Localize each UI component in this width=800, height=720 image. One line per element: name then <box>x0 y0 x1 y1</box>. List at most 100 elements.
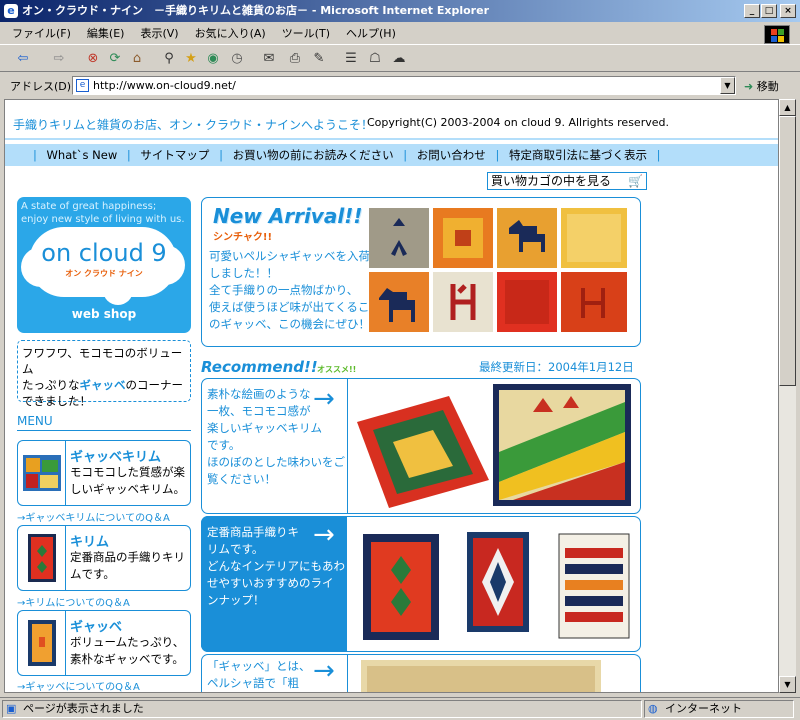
status-text-panel: ▣ ページが表示されました <box>2 700 642 718</box>
arrow-right-icon[interactable]: → <box>313 386 335 412</box>
window-title: オン・クラウド・ナイン －手織りキリムと雑貨のお店－ - Microsoft I… <box>22 4 489 17</box>
media-icon[interactable]: ◉ <box>204 50 222 68</box>
forward-icon[interactable]: ⇨ <box>50 50 68 68</box>
new-arrival-text: 可愛いペルシャギャッベを入荷 しました！！ 全て手織りの一点物ばかり、 使えば使うほど… <box>209 249 370 331</box>
qa-link-gabbeh[interactable]: →ギャッベについてのQ＆A <box>17 678 140 692</box>
chat-icon[interactable]: ☁ <box>390 50 408 68</box>
promo-line-1: フワフワ、モコモコのボリューム <box>22 346 183 376</box>
status-bar: ▣ ページが表示されました ◍ インターネット <box>0 697 800 720</box>
go-button[interactable]: ➜ 移動 <box>744 78 779 94</box>
recommend-sub: オススメ!! <box>317 365 357 374</box>
promo-line-2a: たっぷりな <box>22 378 80 392</box>
menu-favorites[interactable]: お気に入り(A) <box>187 23 274 45</box>
page-viewport: 手織りキリムと雑貨のお店、オン・クラウド・ナインへようこそ！ Copyright… <box>4 99 779 693</box>
site-logo[interactable]: A state of great happiness; enjoy new sty… <box>17 197 191 333</box>
address-input[interactable]: e http://www.on-cloud9.net/ <box>72 76 736 95</box>
go-arrow-icon: ➜ <box>744 80 754 93</box>
toolbar: ⇦ ⇨ ⊗ ⟳ ⌂ ⚲ ★ ◉ ◷ ✉ ⎙ ✎ ☰ ☖ ☁ <box>0 46 800 72</box>
address-url: http://www.on-cloud9.net/ <box>93 79 236 92</box>
messenger-icon[interactable]: ☖ <box>366 50 384 68</box>
maximize-button[interactable]: □ <box>761 4 777 18</box>
search-icon[interactable]: ⚲ <box>160 50 178 68</box>
home-icon[interactable]: ⌂ <box>128 50 146 68</box>
cart-label: 買い物カゴの中を見る <box>491 174 612 188</box>
title-bar: e オン・クラウド・ナイン －手織りキリムと雑貨のお店－ - Microsoft… <box>0 0 800 22</box>
menu-item-desc: モコモコした質感が楽しいギャッベキリム。 <box>70 465 185 496</box>
gabbeh-kilim-product-image <box>357 384 631 508</box>
qa-link-kilim[interactable]: →キリムについてのQ＆A <box>17 594 130 609</box>
close-button[interactable]: × <box>780 4 796 18</box>
favorites-icon[interactable]: ★ <box>182 50 200 68</box>
internet-globe-icon: ◍ <box>648 702 658 715</box>
menu-help[interactable]: ヘルプ(H) <box>338 23 404 45</box>
gabbeh-kilim-thumbnail <box>18 441 66 505</box>
page-done-icon: ▣ <box>6 702 17 715</box>
go-label: 移動 <box>756 80 779 93</box>
gabbeh-product-image <box>361 660 601 692</box>
zone-text: インターネット <box>665 702 742 715</box>
edit-icon[interactable]: ✎ <box>310 50 328 68</box>
kilim-thumbnail <box>18 526 66 590</box>
logo-tagline-1: A state of great happiness; <box>21 201 157 212</box>
nav-whats-new[interactable]: What`s New <box>47 148 118 162</box>
menu-item-title: キリム <box>70 535 110 550</box>
promo-line-3: できました！ <box>22 394 91 408</box>
last-updated: 最終更新日：2004年1月12日 <box>479 360 634 374</box>
page-icon: e <box>76 79 89 92</box>
menu-item-gabbeh-kilim[interactable]: ギャッベキリム モコモコした質感が楽しいギャッベキリム。 <box>17 440 191 506</box>
menu-divider <box>17 430 191 431</box>
promo-line-2c: のコーナー <box>125 378 184 392</box>
nav-sitemap[interactable]: サイトマップ <box>140 148 209 162</box>
arrow-right-icon[interactable]: → <box>313 522 335 548</box>
scroll-down-icon[interactable]: ▼ <box>779 676 796 693</box>
copyright-text: Copyright(C) 2003-2004 on cloud 9. Allri… <box>367 116 669 129</box>
menu-item-kilim[interactable]: キリム 定番商品の手織りキリムです。 <box>17 525 191 591</box>
nav-contact[interactable]: お問い合わせ <box>417 148 486 162</box>
stop-icon[interactable]: ⊗ <box>84 50 102 68</box>
logo-tagline-2: enjoy new style of living with us. <box>21 214 185 225</box>
menu-item-desc: 定番商品の手織りキリムです。 <box>70 550 185 581</box>
zone-panel: ◍ インターネット <box>644 700 794 718</box>
scroll-thumb[interactable] <box>779 116 796 386</box>
menu-view[interactable]: 表示(V) <box>132 23 186 45</box>
menu-edit[interactable]: 編集(E) <box>79 23 133 45</box>
gabbeh-promo[interactable]: フワフワ、モコモコのボリューム たっぷりなギャッベのコーナー できました！ <box>17 340 191 408</box>
scroll-up-icon[interactable]: ▲ <box>779 99 796 116</box>
logo-webshop: web shop <box>71 307 137 321</box>
windows-logo-icon <box>764 25 790 44</box>
new-arrival-rugs-image <box>369 208 627 332</box>
new-arrival-sub: シンチャク!! <box>213 232 273 243</box>
new-arrival-title: New Arrival!! <box>213 204 363 228</box>
print-icon[interactable]: ⎙ <box>286 50 304 68</box>
menu-item-gabbeh[interactable]: ギャッベ ボリュームたっぷり、素朴なギャッベです。 <box>17 610 191 676</box>
vertical-scrollbar[interactable]: ▲ ▼ <box>779 99 796 693</box>
menu-bar: ファイル(F) 編集(E) 表示(V) お気に入り(A) ツール(T) ヘルプ(H) <box>0 23 800 45</box>
status-text: ページが表示されました <box>23 702 144 715</box>
qa-link-gabbeh-kilim[interactable]: →ギャッベキリムについてのQ＆A <box>17 509 170 524</box>
divider <box>5 138 778 140</box>
arrow-right-icon[interactable]: → <box>313 658 335 684</box>
history-icon[interactable]: ◷ <box>228 50 246 68</box>
site-nav: | What`s New | サイトマップ | お買い物の前にお読みください |… <box>5 142 778 166</box>
address-label: アドレス(D) <box>10 80 72 93</box>
kilim-product-image <box>363 532 630 640</box>
recommend-title: Recommend!! <box>201 358 318 376</box>
discuss-icon[interactable]: ☰ <box>342 50 360 68</box>
mail-icon[interactable]: ✉ <box>260 50 278 68</box>
menu-item-title: ギャッベ <box>70 620 123 635</box>
back-icon[interactable]: ⇦ <box>14 50 32 68</box>
promo-link-gabbeh[interactable]: ギャッベ <box>80 378 126 392</box>
view-cart-button[interactable]: 買い物カゴの中を見る 🛒 <box>487 172 647 190</box>
address-dropdown-icon[interactable]: ▼ <box>720 77 735 94</box>
refresh-icon[interactable]: ⟳ <box>106 50 124 68</box>
ie-icon: e <box>4 4 18 18</box>
cart-icon: 🛒 <box>628 174 643 188</box>
minimize-button[interactable]: _ <box>744 4 760 18</box>
nav-legal[interactable]: 特定商取引法に基づく表示 <box>509 148 647 162</box>
welcome-text: 手織りキリムと雑貨のお店、オン・クラウド・ナインへようこそ！ <box>13 118 374 132</box>
menu-file[interactable]: ファイル(F) <box>4 23 79 45</box>
menu-tools[interactable]: ツール(T) <box>274 23 338 45</box>
address-bar: アドレス(D) e http://www.on-cloud9.net/ ▼ ➜ … <box>0 73 800 97</box>
nav-before-shopping[interactable]: お買い物の前にお読みください <box>233 148 394 162</box>
menu-heading: MENU <box>17 414 53 428</box>
